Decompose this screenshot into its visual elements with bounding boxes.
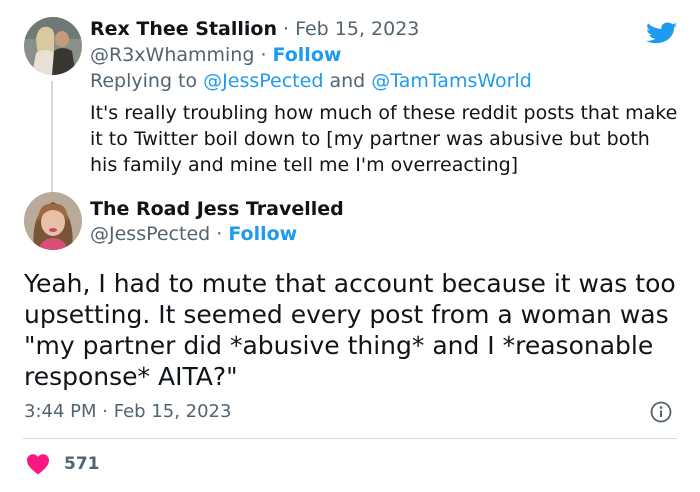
mention-link[interactable]: @JessPected [203, 70, 323, 92]
author-handle[interactable]: @R3xWhamming [90, 44, 254, 66]
like-count: 571 [64, 454, 100, 474]
author-handle[interactable]: @JessPected [90, 223, 210, 245]
author-name[interactable]: The Road Jess Travelled [90, 198, 344, 220]
author-name[interactable]: Rex Thee Stallion [90, 18, 277, 40]
follow-button[interactable]: Follow [228, 223, 297, 245]
separator-dot: · [96, 401, 114, 422]
main-handle-row: @JessPected · Follow [90, 223, 297, 245]
thread-connector-line [51, 81, 53, 195]
replying-to-label: Replying to [90, 70, 198, 92]
reply-tweet-text: It's really troubling how much of these … [90, 102, 678, 176]
avatar-jess[interactable] [24, 192, 82, 250]
separator-dot: · [210, 223, 229, 245]
avatar-rex-image [24, 17, 82, 75]
timestamp-row: 3:44 PM · Feb 15, 2023 [24, 401, 231, 422]
heart-icon [27, 454, 49, 475]
tweet-date[interactable]: Feb 15, 2023 [114, 401, 232, 422]
follow-button[interactable]: Follow [273, 44, 342, 66]
separator-dot: · [254, 44, 273, 66]
avatar-jess-image [24, 192, 82, 250]
main-tweet-text: Yeah, I had to mute that account because… [24, 269, 676, 391]
tweet-time[interactable]: 3:44 PM [24, 401, 97, 422]
tweet-date[interactable]: Feb 15, 2023 [295, 18, 419, 40]
info-icon[interactable] [650, 401, 672, 423]
replying-to: Replying to @JessPected and @TamTamsWorl… [90, 70, 532, 92]
reply-handle-row: @R3xWhamming · Follow [90, 44, 341, 66]
reply-header: Rex Thee Stallion · Feb 15, 2023 [90, 18, 419, 40]
main-author-name-row: The Road Jess Travelled [90, 198, 344, 220]
mention-link[interactable]: @TamTamsWorld [371, 70, 532, 92]
twitter-bird-icon[interactable] [645, 20, 678, 46]
like-button[interactable]: 571 [26, 453, 100, 475]
separator-dot: · [276, 18, 296, 40]
avatar-rex[interactable] [24, 17, 82, 75]
replying-and-label: and [329, 70, 366, 92]
divider [23, 438, 677, 439]
